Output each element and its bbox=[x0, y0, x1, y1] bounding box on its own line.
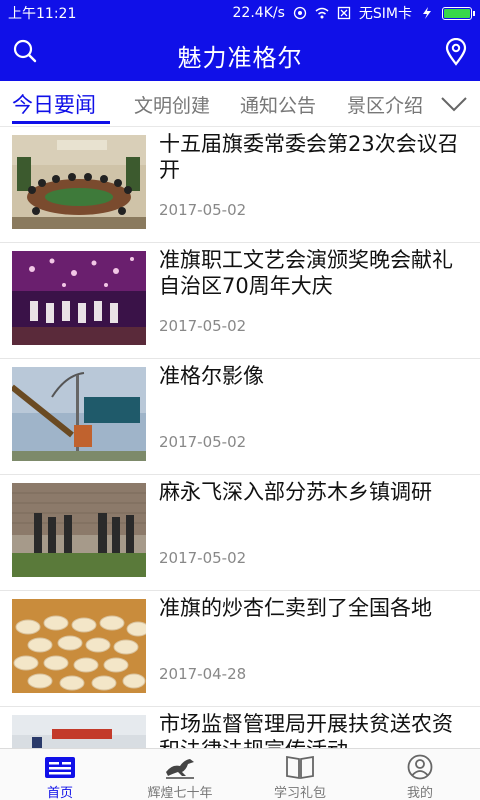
tab-scenic-spots[interactable]: 景区介绍 bbox=[347, 91, 423, 118]
tab-today-news[interactable]: 今日要闻 bbox=[12, 89, 96, 119]
hotspot-icon bbox=[293, 6, 307, 20]
nav-mine-label: 我的 bbox=[406, 786, 433, 800]
tab-civilization[interactable]: 文明创建 bbox=[134, 91, 210, 118]
news-title: 十五届旗委常委会第23次会议召开 bbox=[159, 132, 459, 182]
news-item[interactable]: 准格尔影像 2017-05-02 bbox=[0, 359, 480, 475]
news-title: 麻永飞深入部分苏木乡镇调研 bbox=[159, 480, 432, 504]
status-time: 上午11:21 bbox=[8, 6, 77, 22]
news-date: 2017-05-02 bbox=[159, 317, 247, 335]
active-tab-indicator bbox=[12, 121, 110, 124]
news-date: 2017-05-02 bbox=[159, 433, 247, 451]
news-thumbnail bbox=[12, 135, 146, 229]
news-item[interactable]: 十五届旗委常委会第23次会议召开 2017-05-02 bbox=[0, 127, 480, 243]
status-bar: 上午11:21 22.4K/s 无SIM卡 bbox=[0, 0, 480, 24]
nav-study-label: 学习礼包 bbox=[273, 786, 326, 800]
news-date: 2017-04-28 bbox=[159, 665, 247, 683]
category-tabs: 今日要闻 文明创建 通知公告 景区介绍 bbox=[0, 81, 480, 127]
tab-notices[interactable]: 通知公告 bbox=[240, 91, 316, 118]
news-thumbnail bbox=[12, 715, 146, 748]
news-thumbnail bbox=[12, 599, 146, 693]
location-pin-icon[interactable] bbox=[444, 38, 468, 66]
battery-icon bbox=[442, 6, 475, 20]
news-title: 准旗的炒杏仁卖到了全国各地 bbox=[159, 596, 432, 620]
sim-status: 无SIM卡 bbox=[358, 6, 412, 22]
nav-glory-label: 辉煌七十年 bbox=[147, 786, 213, 800]
news-thumbnail bbox=[12, 367, 146, 461]
bottom-navigation: 首页 辉煌七十年 学习礼包 我的 bbox=[0, 748, 480, 800]
nav-home[interactable]: 首页 bbox=[0, 749, 120, 800]
status-right: 22.4K/s 无SIM卡 bbox=[232, 3, 475, 23]
news-title: 准旗职工文艺会演颁奖晚会献礼自治区70周年大庆 bbox=[159, 248, 453, 298]
news-date: 2017-05-02 bbox=[159, 201, 247, 219]
user-icon bbox=[407, 754, 433, 780]
news-item[interactable]: 市场监督管理局开展扶贫送农资和法律法规宣传活动 bbox=[0, 707, 480, 748]
news-item[interactable]: 准旗职工文艺会演颁奖晚会献礼自治区70周年大庆 2017-05-02 bbox=[0, 243, 480, 359]
news-thumbnail bbox=[12, 483, 146, 577]
charging-icon bbox=[423, 7, 431, 19]
news-date: 2017-05-02 bbox=[159, 549, 247, 567]
app-header: 魅力准格尔 bbox=[0, 24, 480, 81]
horse-icon bbox=[166, 759, 194, 779]
chevron-down-icon[interactable] bbox=[440, 95, 468, 113]
newspaper-icon bbox=[45, 757, 75, 778]
news-thumbnail bbox=[12, 251, 146, 345]
news-title: 市场监督管理局开展扶贫送农资和法律法规宣传活动 bbox=[159, 712, 453, 748]
nav-glory-seventy-years[interactable]: 辉煌七十年 bbox=[120, 749, 240, 800]
book-icon bbox=[286, 755, 314, 780]
page-title: 魅力准格尔 bbox=[177, 44, 303, 72]
news-title: 准格尔影像 bbox=[159, 364, 264, 388]
nav-home-label: 首页 bbox=[46, 786, 73, 800]
news-item[interactable]: 麻永飞深入部分苏木乡镇调研 2017-05-02 bbox=[0, 475, 480, 591]
nav-study-package[interactable]: 学习礼包 bbox=[240, 749, 360, 800]
news-item[interactable]: 准旗的炒杏仁卖到了全国各地 2017-04-28 bbox=[0, 591, 480, 707]
network-speed: 22.4K/s bbox=[232, 5, 285, 21]
battery-fill bbox=[444, 8, 470, 18]
news-list: 十五届旗委常委会第23次会议召开 2017-05-02 准旗职工文艺会演颁奖晚会… bbox=[0, 127, 480, 748]
no-sim-icon bbox=[337, 6, 351, 20]
wifi-icon bbox=[315, 7, 329, 19]
nav-mine[interactable]: 我的 bbox=[360, 749, 480, 800]
